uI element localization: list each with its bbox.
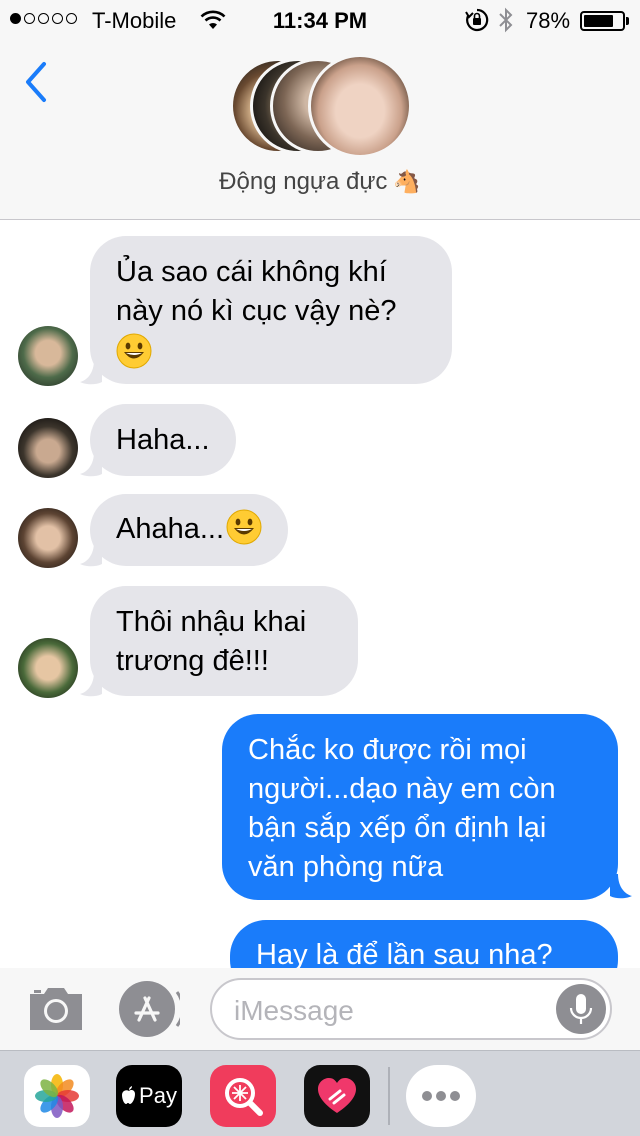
group-name[interactable]: Động ngựa đực 🐴 xyxy=(0,168,640,196)
sender-avatar[interactable] xyxy=(18,508,78,568)
message-text: Haha... xyxy=(116,424,210,456)
digital-touch-icon xyxy=(318,1078,356,1113)
incoming-message[interactable]: Haha... xyxy=(90,404,236,476)
outgoing-message[interactable]: Chắc ko được rồi mọi người...dạo này em … xyxy=(222,714,618,900)
horse-icon: 🐴 xyxy=(393,169,421,194)
message-text: Chắc ko được rồi mọi người...dạo này em … xyxy=(248,734,556,883)
back-button[interactable] xyxy=(20,58,64,108)
incoming-message[interactable]: Thôi nhậu khai trương đê!!! xyxy=(90,586,358,696)
incoming-message[interactable]: Ủa sao cái không khí này nó kì cục vậy n… xyxy=(90,236,452,384)
bluetooth-icon xyxy=(499,7,513,33)
message-text: Ủa sao cái không khí này nó kì cục vậy n… xyxy=(116,256,397,327)
apple-pay-icon: Pay xyxy=(116,1065,182,1127)
sender-avatar[interactable] xyxy=(18,326,78,386)
battery-icon xyxy=(580,11,630,31)
member-avatar xyxy=(308,54,412,158)
more-apps-button[interactable] xyxy=(406,1065,476,1127)
sender-avatar[interactable] xyxy=(18,638,78,698)
camera-button[interactable] xyxy=(26,982,86,1034)
apple-logo-icon xyxy=(122,1086,136,1104)
chevron-left-icon xyxy=(26,62,46,102)
message-text: Ahaha... xyxy=(116,513,225,545)
group-name-label: Động ngựa đực xyxy=(219,168,388,195)
bubble-tail xyxy=(610,874,632,899)
more-icon xyxy=(422,1091,460,1101)
image-search-app-button[interactable] xyxy=(210,1065,276,1127)
message-text: Thôi nhậu khai trương đê!!! xyxy=(116,606,307,677)
smiling-face-icon xyxy=(116,333,152,369)
search-images-icon xyxy=(225,1078,263,1116)
status-bar: T-Mobile 11:34 PM 78% xyxy=(0,0,640,40)
sender-avatar[interactable] xyxy=(18,418,78,478)
dictation-button[interactable] xyxy=(556,984,606,1034)
message-text: Hay là để lần sau nha? xyxy=(256,939,553,968)
photos-icon xyxy=(35,1074,79,1118)
drawer-divider xyxy=(388,1067,390,1125)
microphone-icon xyxy=(569,994,593,1024)
apple-pay-label: Pay xyxy=(139,1083,177,1108)
outgoing-message[interactable]: Hay là để lần sau nha? xyxy=(230,920,618,968)
app-store-button[interactable] xyxy=(118,980,185,1038)
conversation-header: Động ngựa đực 🐴 xyxy=(0,40,640,220)
group-avatars[interactable] xyxy=(226,54,416,158)
apple-pay-button[interactable]: Pay xyxy=(116,1065,182,1127)
digital-touch-app-button[interactable] xyxy=(304,1065,370,1127)
photos-app-button[interactable] xyxy=(24,1065,90,1127)
message-input[interactable]: iMessage xyxy=(210,978,612,1040)
compose-bar: iMessage xyxy=(0,968,640,1050)
app-store-icon xyxy=(119,981,185,1037)
incoming-message[interactable]: Ahaha... xyxy=(90,494,289,566)
message-placeholder: iMessage xyxy=(234,995,354,1026)
smiling-face-icon xyxy=(226,509,262,545)
camera-icon xyxy=(30,988,82,1030)
message-list[interactable]: Ủa sao cái không khí này nó kì cục vậy n… xyxy=(0,220,640,968)
battery-percent: 78% xyxy=(526,8,571,33)
rotation-lock-icon xyxy=(465,8,489,32)
app-drawer: Pay xyxy=(0,1050,640,1136)
